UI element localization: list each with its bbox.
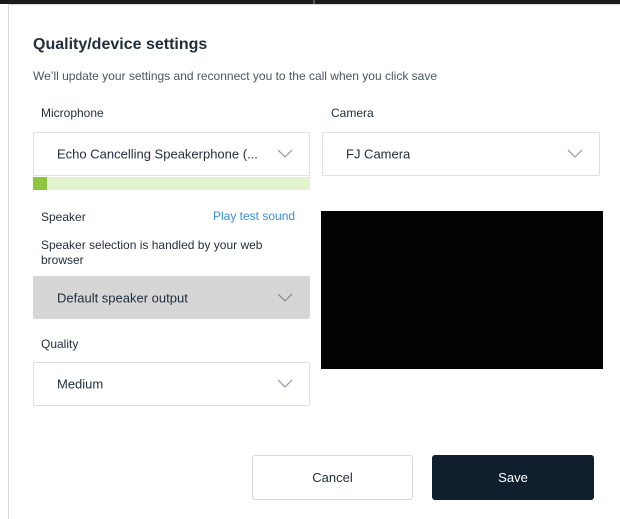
play-test-sound-link[interactable]: Play test sound (213, 209, 295, 223)
speaker-label: Speaker (41, 210, 86, 224)
speaker-help-text: Speaker selection is handled by your web… (41, 238, 263, 267)
dialog-title: Quality/device settings (33, 36, 208, 53)
settings-dialog: Quality/device settings We’ll update you… (8, 4, 620, 519)
microphone-select-value: Echo Cancelling Speakerphone (... (57, 146, 258, 162)
chevron-down-icon (567, 149, 583, 158)
microphone-label: Microphone (41, 106, 104, 120)
quality-label: Quality (41, 337, 79, 351)
chevron-down-icon (277, 293, 293, 302)
camera-label: Camera (331, 106, 374, 120)
cancel-button[interactable]: Cancel (252, 455, 413, 500)
chevron-down-icon (277, 379, 293, 388)
save-button[interactable]: Save (432, 455, 594, 500)
dialog-subtitle: We’ll update your settings and reconnect… (33, 69, 438, 83)
microphone-select[interactable]: Echo Cancelling Speakerphone (... (33, 132, 310, 176)
microphone-level-fill (33, 177, 47, 190)
camera-select-value: FJ Camera (346, 146, 411, 162)
quality-select-value: Medium (57, 376, 104, 392)
chevron-down-icon (277, 149, 293, 158)
quality-select[interactable]: Medium (33, 362, 310, 406)
speaker-select-value: Default speaker output (57, 290, 188, 305)
microphone-level-meter (33, 177, 310, 190)
speaker-select: Default speaker output (33, 276, 310, 319)
camera-preview (321, 211, 603, 369)
camera-select[interactable]: FJ Camera (322, 132, 600, 176)
